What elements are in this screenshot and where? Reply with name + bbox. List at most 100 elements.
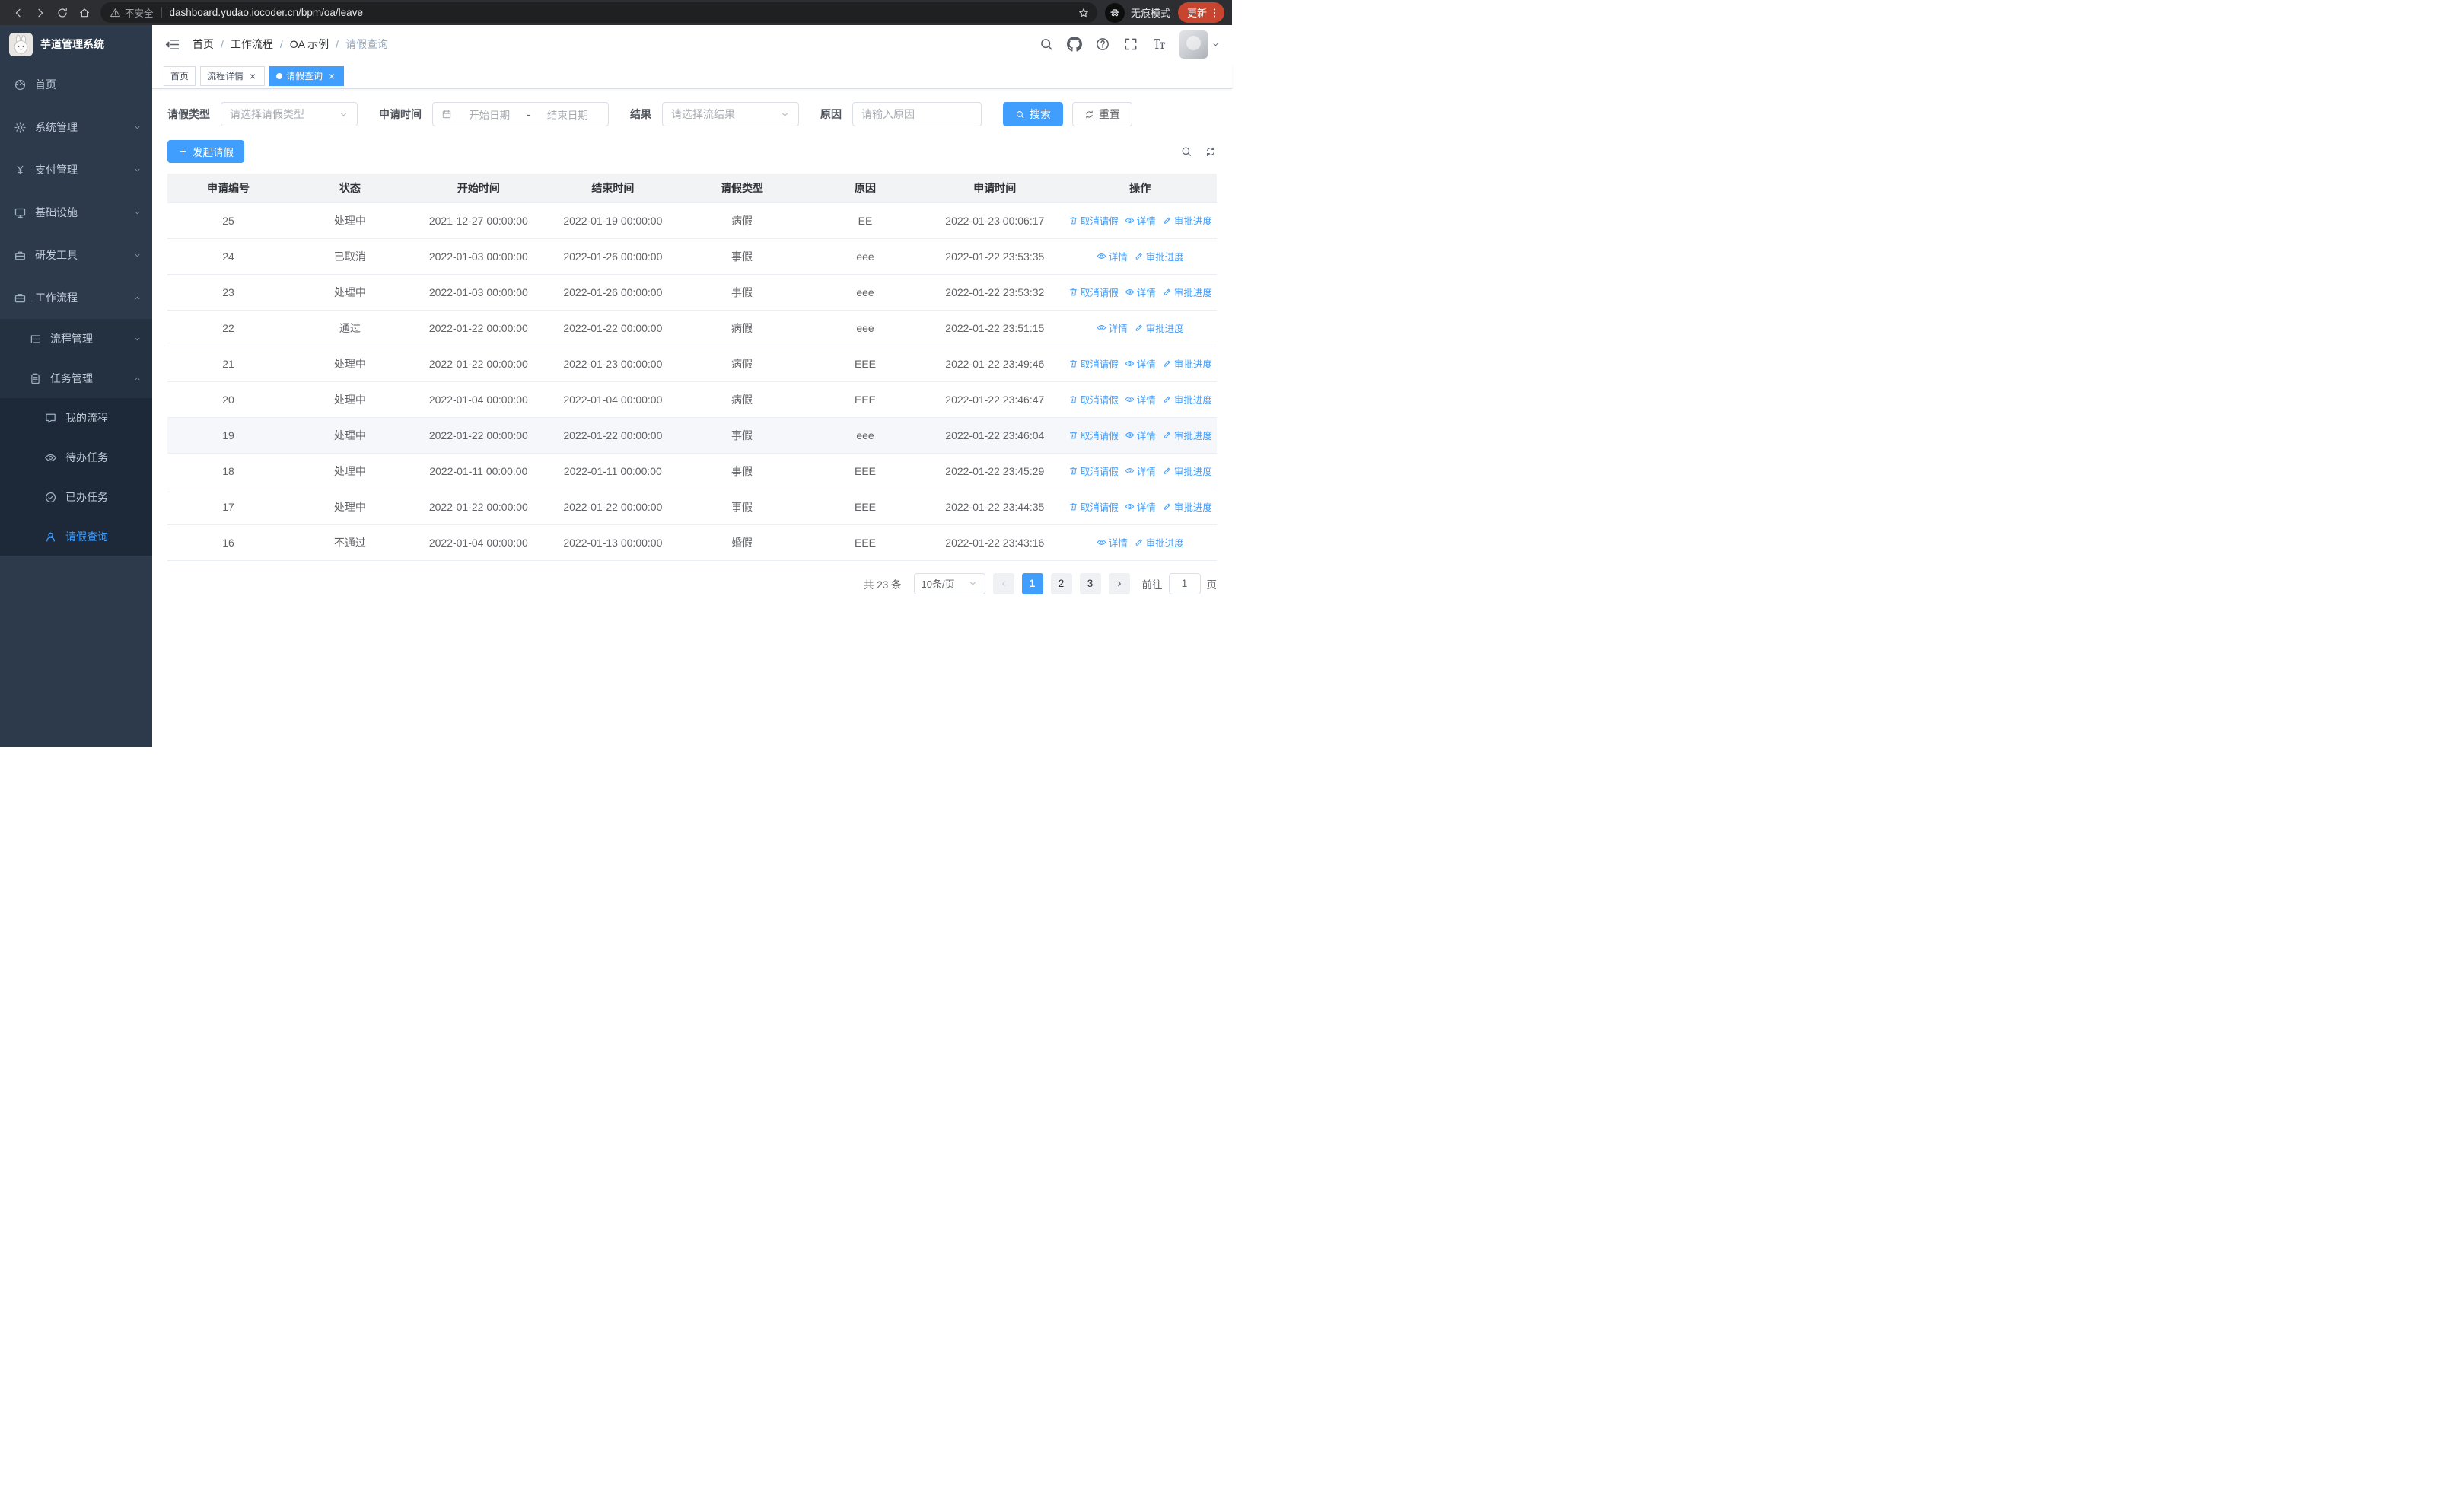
detail-action[interactable]: 详情 — [1125, 285, 1156, 299]
prev-page-button[interactable] — [992, 572, 1014, 594]
result-select[interactable]: 请选择流结果 — [662, 102, 799, 126]
reason-input[interactable] — [852, 102, 982, 126]
goto-page-input[interactable] — [1168, 572, 1201, 594]
close-icon[interactable]: × — [247, 71, 258, 81]
incognito-label: 无痕模式 — [1130, 8, 1170, 19]
reset-button[interactable]: 重置 — [1072, 102, 1132, 126]
cell-actions: 取消请假 详情 审批进度 — [1063, 202, 1217, 239]
browser-reload-button[interactable] — [52, 2, 72, 23]
cell-start: 2022-01-04 00:00:00 — [410, 524, 546, 561]
sidebar-item-system[interactable]: 系统管理 — [0, 106, 152, 148]
detail-action[interactable]: 详情 — [1097, 320, 1128, 335]
page-button-1[interactable]: 1 — [1021, 572, 1043, 594]
progress-action[interactable]: 审批进度 — [1162, 464, 1212, 478]
refresh-table-icon[interactable] — [1205, 145, 1217, 158]
cell-status: 处理中 — [288, 489, 411, 525]
breadcrumb-item[interactable]: 首页 — [193, 37, 214, 52]
detail-action[interactable]: 详情 — [1097, 535, 1128, 550]
menu-dots-icon[interactable] — [1208, 7, 1221, 19]
sidebar-item-my-process[interactable]: 我的流程 — [0, 398, 152, 438]
sidebar-item-process-mgmt[interactable]: 流程管理 — [0, 319, 152, 359]
browser-forward-button[interactable] — [30, 2, 50, 23]
progress-action[interactable]: 审批进度 — [1162, 356, 1212, 371]
edit-icon — [1134, 251, 1144, 261]
detail-action[interactable]: 详情 — [1125, 213, 1156, 228]
page-size-select[interactable]: 10条/页 — [913, 572, 985, 594]
chevron-left-icon — [999, 579, 1008, 588]
cell-end: 2022-01-13 00:00:00 — [546, 524, 680, 561]
browser-home-button[interactable] — [74, 2, 94, 23]
browser-update-button[interactable]: 更新 — [1177, 2, 1224, 23]
cancel-action[interactable]: 取消请假 — [1068, 428, 1119, 442]
page-button-2[interactable]: 2 — [1050, 572, 1072, 594]
detail-action[interactable]: 详情 — [1125, 428, 1156, 442]
action-label: 审批进度 — [1173, 467, 1212, 477]
create-leave-button[interactable]: 发起请假 — [167, 140, 244, 163]
progress-action[interactable]: 审批进度 — [1162, 428, 1212, 442]
cancel-action[interactable]: 取消请假 — [1068, 356, 1119, 371]
address-bar[interactable]: 不安全 dashboard.yudao.iocoder.cn/bpm/oa/le… — [100, 2, 1097, 23]
app-logo[interactable]: 芋道管理系统 — [0, 25, 152, 63]
progress-action[interactable]: 审批进度 — [1134, 320, 1184, 335]
tab-process-detail[interactable]: 流程详情 × — [200, 65, 266, 86]
edit-icon — [1162, 215, 1172, 225]
progress-action[interactable]: 审批进度 — [1134, 535, 1184, 550]
filter-form: 请假类型 请选择请假类型 申请时间 开始日期 - 结束日期 结果 请选择流结果 … — [167, 102, 1217, 126]
cancel-action[interactable]: 取消请假 — [1068, 213, 1119, 228]
action-label: 取消请假 — [1080, 431, 1119, 441]
column-header: 操作 — [1063, 174, 1217, 203]
sidebar-item-home[interactable]: 首页 — [0, 63, 152, 106]
sidebar-item-todo-task[interactable]: 待办任务 — [0, 438, 152, 477]
progress-action[interactable]: 审批进度 — [1134, 249, 1184, 263]
breadcrumb-item: 请假查询 — [345, 38, 389, 50]
detail-action[interactable]: 详情 — [1125, 392, 1156, 406]
reset-button-label: 重置 — [1099, 108, 1120, 120]
user-menu[interactable] — [1179, 30, 1220, 59]
fullscreen-icon[interactable] — [1123, 37, 1138, 52]
bookmark-button[interactable] — [1074, 4, 1093, 22]
next-page-button[interactable] — [1108, 572, 1130, 594]
breadcrumb-item[interactable]: OA 示例 — [290, 37, 329, 52]
sidebar-collapse-button[interactable] — [164, 37, 180, 53]
detail-action[interactable]: 详情 — [1125, 499, 1156, 514]
check-circle-icon — [44, 491, 57, 504]
progress-action[interactable]: 审批进度 — [1162, 213, 1212, 228]
progress-action[interactable]: 审批进度 — [1162, 392, 1212, 406]
browser-back-button[interactable] — [8, 2, 28, 23]
cancel-action[interactable]: 取消请假 — [1068, 499, 1119, 514]
github-icon[interactable] — [1067, 37, 1082, 52]
result-placeholder: 请选择流结果 — [671, 108, 735, 120]
page-button-3[interactable]: 3 — [1079, 572, 1101, 594]
table-row: 19 处理中 2022-01-22 00:00:00 2022-01-22 00:00… — [167, 417, 1217, 454]
sidebar-item-payment[interactable]: 支付管理 — [0, 148, 152, 191]
search-button[interactable]: 搜索 — [1003, 102, 1063, 126]
progress-action[interactable]: 审批进度 — [1162, 285, 1212, 299]
sidebar-item-leave-query[interactable]: 请假查询 — [0, 517, 152, 556]
action-label: 详情 — [1136, 288, 1156, 298]
detail-action[interactable]: 详情 — [1125, 356, 1156, 371]
sidebar-item-devtools[interactable]: 研发工具 — [0, 234, 152, 276]
toggle-search-icon[interactable] — [1180, 145, 1192, 158]
sidebar-item-done-task[interactable]: 已办任务 — [0, 477, 152, 517]
help-icon[interactable] — [1095, 37, 1110, 52]
apply-time-range-picker[interactable]: 开始日期 - 结束日期 — [432, 102, 609, 126]
site-security-button[interactable]: 不安全 — [110, 5, 154, 20]
detail-action[interactable]: 详情 — [1125, 464, 1156, 478]
breadcrumb-item[interactable]: 工作流程 — [231, 37, 273, 52]
progress-action[interactable]: 审批进度 — [1162, 499, 1212, 514]
detail-action[interactable]: 详情 — [1097, 249, 1128, 263]
cancel-action[interactable]: 取消请假 — [1068, 392, 1119, 406]
leave-type-select[interactable]: 请选择请假类型 — [221, 102, 358, 126]
sidebar-item-task-mgmt[interactable]: 任务管理 — [0, 359, 152, 398]
table-header-row: 申请编号 状态 开始时间 结束时间 请假类型 原因 申请时间 操作 — [167, 174, 1217, 203]
cancel-action[interactable]: 取消请假 — [1068, 464, 1119, 478]
sidebar-item-infra[interactable]: 基础设施 — [0, 191, 152, 234]
tab-leave-query[interactable]: 请假查询 × — [269, 65, 345, 86]
header-search-icon[interactable] — [1039, 37, 1054, 52]
chevron-down-icon — [133, 251, 142, 260]
tab-home[interactable]: 首页 — [164, 65, 196, 86]
cancel-action[interactable]: 取消请假 — [1068, 285, 1119, 299]
sidebar-item-workflow[interactable]: 工作流程 — [0, 276, 152, 319]
font-size-icon[interactable] — [1151, 37, 1167, 52]
close-icon[interactable]: × — [326, 71, 337, 81]
